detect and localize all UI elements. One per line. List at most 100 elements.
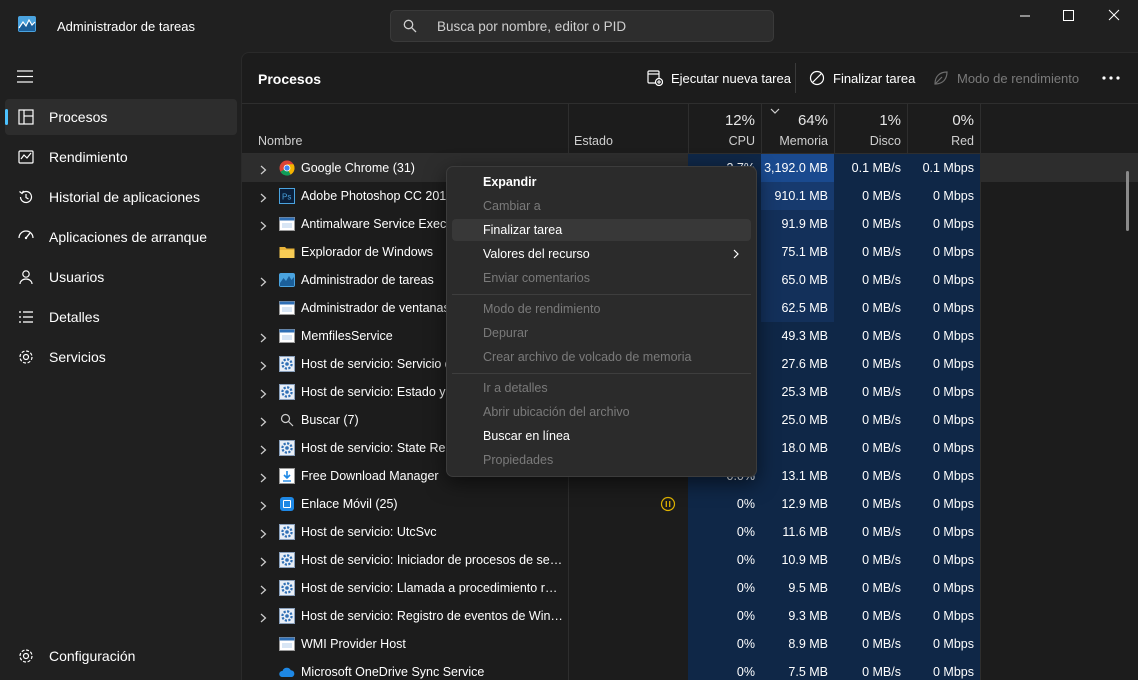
menu-item-efficiency-mode[interactable]: Modo de rendimiento (452, 298, 751, 320)
page-title: Procesos (258, 71, 322, 87)
chevron-right-icon[interactable] (260, 583, 267, 595)
disk-value: 0 MB/s (862, 245, 901, 259)
maximize-button[interactable] (1053, 6, 1083, 26)
chevron-right-icon[interactable] (260, 555, 267, 567)
chevron-right-icon[interactable] (260, 191, 267, 203)
sidebar-item-label: Rendimiento (49, 149, 128, 165)
app-window-icon (279, 300, 295, 316)
chevron-right-icon[interactable] (260, 471, 267, 483)
toolbar-divider (795, 63, 796, 93)
column-header-cpu[interactable]: 12% CPU (688, 104, 761, 153)
memory-value-cell: 25.3 MB (761, 378, 834, 406)
menu-item-end-task[interactable]: Finalizar tarea (452, 219, 751, 241)
column-status-label: Estado (574, 134, 613, 148)
chevron-right-icon[interactable] (260, 387, 267, 399)
process-row[interactable]: Host de servicio: Llamada a procedimient… (242, 574, 1138, 602)
hamburger-menu-icon[interactable] (17, 70, 33, 83)
disk-value: 0 MB/s (862, 441, 901, 455)
network-value-cell: 0 Mbps (907, 378, 980, 406)
cpu-value-cell: 0% (688, 630, 761, 658)
sidebar-item-startup-apps[interactable]: Aplicaciones de arranque (5, 219, 237, 255)
process-row[interactable]: Host de servicio: Registro de eventos de… (242, 602, 1138, 630)
process-row[interactable]: Host de servicio: UtcSvc 0% 11.6 MB 0 MB/s 0… (242, 518, 1138, 546)
disk-value-cell: 0 MB/s (834, 658, 907, 680)
disk-value: 0 MB/s (862, 609, 901, 623)
menu-item-resource-values[interactable]: Valores del recurso (452, 243, 751, 265)
disk-value-cell: 0 MB/s (834, 490, 907, 518)
run-task-icon (647, 70, 663, 86)
sidebar-item-users[interactable]: Usuarios (5, 259, 237, 295)
chevron-right-icon[interactable] (260, 527, 267, 539)
chevron-right-icon[interactable] (260, 219, 267, 231)
process-row[interactable]: Enlace Móvil (25) 0% 12.9 MB 0 MB/s 0 Mbps (242, 490, 1138, 518)
column-header-name[interactable]: Nombre (252, 104, 568, 153)
menu-item-go-to-details[interactable]: Ir a detalles (452, 377, 751, 399)
chevron-right-icon[interactable] (260, 415, 267, 427)
minimize-button[interactable] (1010, 6, 1040, 26)
menu-item-search-online[interactable]: Buscar en línea (452, 425, 751, 447)
memory-value-cell: 18.0 MB (761, 434, 834, 462)
menu-item-open-file-location[interactable]: Abrir ubicación del archivo (452, 401, 751, 423)
close-button[interactable] (1099, 6, 1129, 26)
search-input[interactable]: Busca por nombre, editor o PID (390, 10, 774, 42)
memory-value: 25.3 MB (781, 385, 828, 399)
memory-value-cell: 9.3 MB (761, 602, 834, 630)
gear-icon (19, 649, 33, 663)
search-icon (279, 412, 295, 428)
process-row[interactable]: Microsoft OneDrive Sync Service 0% 7.5 MB 0… (242, 658, 1138, 680)
menu-item-properties[interactable]: Propiedades (452, 449, 751, 471)
end-task-icon (809, 70, 825, 86)
chevron-right-icon[interactable] (260, 611, 267, 623)
chevron-right-icon[interactable] (260, 331, 267, 343)
sidebar-item-services[interactable]: Servicios (5, 339, 237, 375)
memory-value-cell: 13.1 MB (761, 462, 834, 490)
column-header-status[interactable]: Estado (568, 104, 688, 153)
menu-separator (452, 294, 751, 295)
chevron-right-icon (733, 249, 739, 259)
disk-value-cell: 0 MB/s (834, 574, 907, 602)
efficiency-mode-button[interactable]: Modo de rendimiento (933, 69, 1083, 89)
network-value-cell: 0 Mbps (907, 322, 980, 350)
menu-item-send-feedback[interactable]: Enviar comentarios (452, 267, 751, 289)
sidebar-item-app-history[interactable]: Historial de aplicaciones (5, 179, 237, 215)
scrollbar-thumb[interactable] (1126, 171, 1129, 231)
memory-value: 9.3 MB (788, 609, 828, 623)
column-network-label: Red (951, 134, 974, 148)
menu-item-expand[interactable]: Expandir (452, 171, 751, 193)
cpu-total-percent: 12% (724, 112, 755, 129)
sidebar-item-performance[interactable]: Rendimiento (5, 139, 237, 175)
network-value-cell: 0 Mbps (907, 434, 980, 462)
context-menu: Expandir Cambiar a Finalizar tarea Valor… (446, 166, 757, 477)
chevron-right-icon[interactable] (260, 275, 267, 287)
process-row[interactable]: WMI Provider Host 0% 8.9 MB 0 MB/s 0 Mbps (242, 630, 1138, 658)
cpu-value: 0% (736, 581, 755, 595)
sidebar-item-label: Usuarios (49, 269, 105, 285)
chevron-right-icon[interactable] (260, 443, 267, 455)
run-new-task-button[interactable]: Ejecutar nueva tarea (647, 69, 791, 89)
gear-icon (279, 552, 295, 568)
network-value-cell: 0.1 Mbps (907, 154, 980, 182)
menu-item-debug[interactable]: Depurar (452, 322, 751, 344)
sidebar-item-details[interactable]: Detalles (5, 299, 237, 335)
sidebar-item-settings[interactable]: Configuración (5, 638, 237, 674)
menu-item-switch-to[interactable]: Cambiar a (452, 195, 751, 217)
menu-item-create-dump[interactable]: Crear archivo de volcado de memoria (452, 346, 751, 368)
end-task-button[interactable]: Finalizar tarea (809, 69, 919, 89)
memory-value-cell: 12.9 MB (761, 490, 834, 518)
chevron-right-icon[interactable] (260, 163, 267, 175)
more-options-icon[interactable] (1102, 75, 1120, 81)
folder-icon (279, 244, 295, 260)
chevron-right-icon[interactable] (260, 499, 267, 511)
sidebar-item-label: Historial de aplicaciones (49, 189, 200, 205)
sidebar-item-processes[interactable]: Procesos (5, 99, 237, 135)
column-header-network[interactable]: 0% Red (907, 104, 980, 153)
network-value-cell: 0 Mbps (907, 210, 980, 238)
process-row[interactable]: Host de servicio: Iniciador de procesos … (242, 546, 1138, 574)
disk-value-cell: 0 MB/s (834, 350, 907, 378)
column-header-disk[interactable]: 1% Disco (834, 104, 907, 153)
disk-total-percent: 1% (879, 112, 901, 129)
chevron-right-icon[interactable] (260, 359, 267, 371)
download-icon (279, 468, 295, 484)
gear-icon (279, 580, 295, 596)
process-name: Host de servicio: UtcSvc (301, 525, 437, 539)
